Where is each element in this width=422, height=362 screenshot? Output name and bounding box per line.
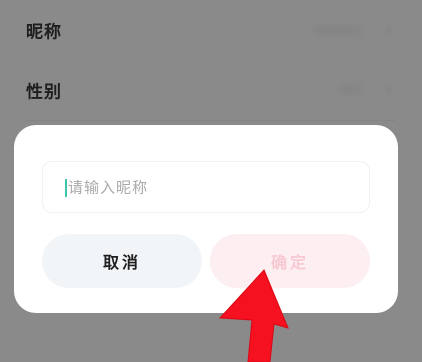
settings-row-nickname[interactable]: 昵称 ›: [0, 2, 422, 58]
text-caret: [65, 179, 67, 197]
red-arrow-pointer-icon: [218, 269, 289, 362]
profile-edit-screen: 昵称 › 性别 › 请输入昵称 取消 确定: [0, 0, 422, 362]
settings-row-value-blurred: [340, 85, 362, 95]
settings-row-value-blurred: [314, 25, 362, 35]
nickname-input-placeholder: 请输入昵称: [68, 178, 149, 197]
settings-row-label: 性别: [26, 82, 62, 103]
chevron-right-icon: ›: [386, 22, 392, 38]
settings-row-gender[interactable]: 性别 ›: [0, 62, 422, 118]
divider: [26, 120, 396, 121]
settings-row-label: 昵称: [26, 22, 62, 43]
chevron-right-icon: ›: [386, 82, 392, 98]
cancel-button[interactable]: 取消: [42, 234, 202, 288]
nickname-input[interactable]: 请输入昵称: [42, 161, 370, 213]
